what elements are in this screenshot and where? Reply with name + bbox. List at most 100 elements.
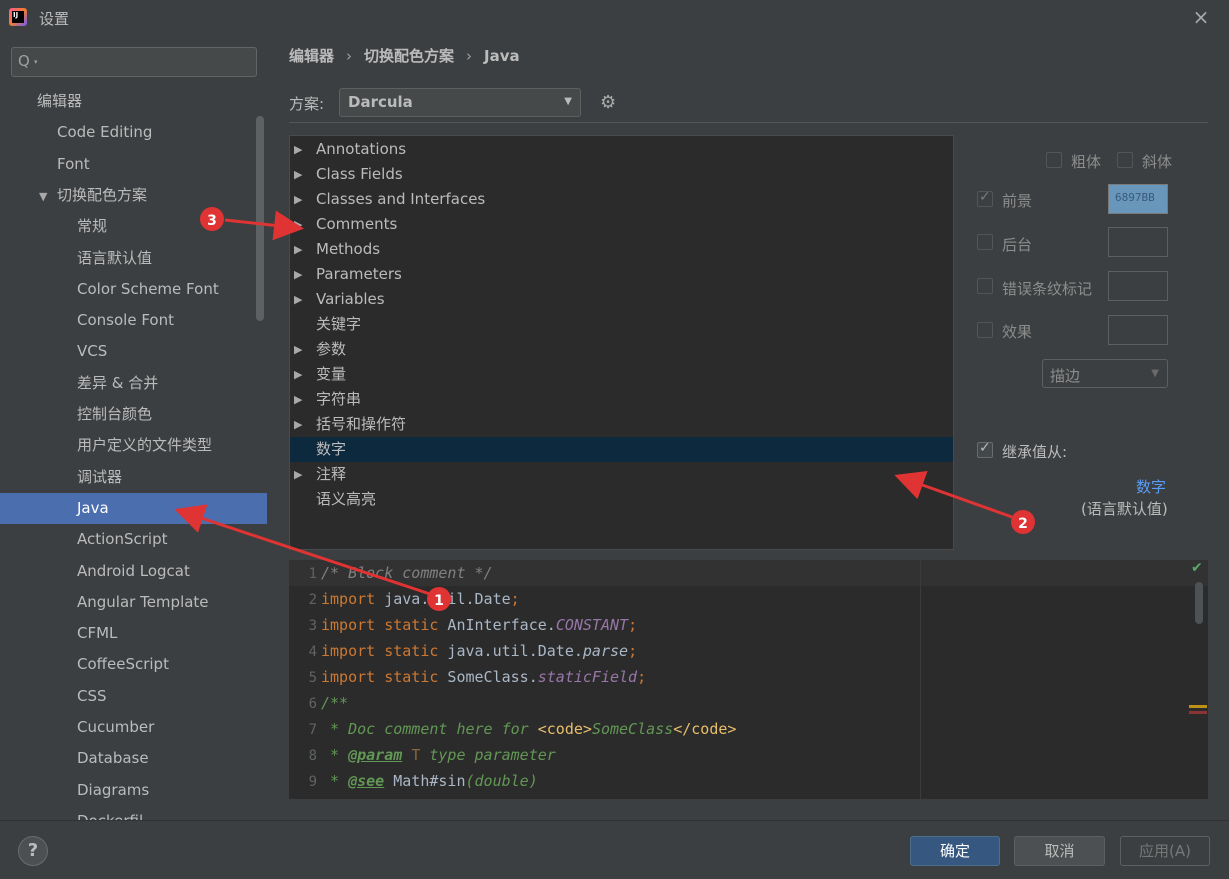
close-icon[interactable]: ×	[1190, 6, 1212, 28]
tree-item[interactable]: ▶ Annotations	[290, 137, 953, 162]
sidebar-item[interactable]: Console Font	[0, 305, 267, 336]
sidebar-item[interactable]: CSS	[0, 681, 267, 712]
title-bar: IJ 设置 ×	[0, 0, 1229, 36]
tree-item[interactable]: 语义高亮	[290, 487, 953, 512]
gear-icon[interactable]: ⚙	[600, 92, 622, 114]
sidebar-item-label: 语言默认值	[77, 248, 153, 267]
line-number: 2	[308, 592, 317, 608]
search-field[interactable]: Q ▾	[11, 47, 257, 77]
expand-arrow-icon[interactable]: ▶	[294, 212, 302, 237]
tree-item[interactable]: ▶ Class Fields	[290, 162, 953, 187]
sidebar-item-label: 常规	[77, 217, 108, 236]
foreground-checkbox[interactable]	[977, 189, 993, 207]
tree-item-label: 注释	[316, 465, 347, 483]
expand-arrow-icon[interactable]: ▶	[294, 237, 302, 262]
tree-item[interactable]: ▶ Comments	[290, 212, 953, 237]
error-stripe-color-swatch[interactable]	[1108, 271, 1168, 301]
error-stripe-checkbox[interactable]	[977, 278, 993, 294]
sidebar-item[interactable]: 调试器	[0, 462, 267, 493]
effects-checkbox[interactable]	[977, 322, 993, 338]
tree-item[interactable]: ▶ Classes and Interfaces	[290, 187, 953, 212]
background-color-swatch[interactable]	[1108, 227, 1168, 257]
expand-arrow-icon[interactable]: ▶	[294, 462, 302, 487]
error-marker[interactable]	[1189, 711, 1207, 714]
sidebar-item-label: Diagrams	[77, 780, 150, 799]
scheme-dropdown[interactable]: Darcula ▼	[339, 88, 581, 117]
sidebar-item[interactable]: 差异 & 合并	[0, 368, 267, 399]
expand-arrow-icon[interactable]: ▶	[294, 162, 302, 187]
tree-item[interactable]: ▶ 变量	[290, 362, 953, 387]
sidebar-item[interactable]: VCS	[0, 336, 267, 367]
sidebar-item[interactable]: ▼ 切换配色方案	[0, 180, 267, 211]
tree-item[interactable]: ▶ Methods	[290, 237, 953, 262]
line-number: 8	[308, 748, 317, 764]
sidebar-scrollbar[interactable]	[256, 116, 264, 321]
expand-arrow-icon[interactable]: ▶	[294, 262, 302, 287]
code-preview[interactable]: 1 2 3 4 5 6 7 8 9 /* Block comment */ import jav…	[289, 560, 1208, 799]
sidebar-item[interactable]: 语言默认值	[0, 243, 267, 274]
breadcrumb-color-scheme[interactable]: 切换配色方案	[364, 47, 454, 65]
tree-item-label: 变量	[316, 365, 347, 383]
right-margin-guide	[920, 560, 921, 799]
foreground-color-swatch[interactable]: 6897BB	[1108, 184, 1168, 214]
sidebar-item[interactable]: Java	[0, 492, 267, 524]
line-number: 6	[308, 696, 317, 712]
tree-item[interactable]: 关键字	[290, 312, 953, 337]
ok-button[interactable]: 确定	[910, 836, 1000, 866]
sidebar-item[interactable]: Database	[0, 743, 267, 774]
inherit-link[interactable]: 数字	[1136, 476, 1166, 497]
sidebar-item[interactable]: 用户定义的文件类型	[0, 430, 267, 461]
bottom-bar: ? 确定 取消 应用(A)	[0, 820, 1229, 879]
search-input[interactable]	[46, 52, 246, 72]
breadcrumb-editor[interactable]: 编辑器	[289, 47, 334, 65]
line-number: 9	[308, 774, 317, 790]
tree-item[interactable]: ▶ 参数	[290, 337, 953, 362]
effect-type-value: 描边	[1050, 367, 1081, 385]
tree-item[interactable]: ▶ Parameters	[290, 262, 953, 287]
sidebar-item[interactable]: 常规	[0, 211, 267, 242]
expand-arrow-icon[interactable]: ▶	[294, 412, 302, 437]
tree-item[interactable]: ▶ 括号和操作符	[290, 412, 953, 437]
sidebar-item[interactable]: Font	[0, 149, 267, 180]
warning-marker[interactable]	[1189, 705, 1207, 708]
sidebar-item[interactable]: Dockerfil	[0, 806, 267, 820]
help-button[interactable]: ?	[18, 836, 48, 866]
tree-item[interactable]: ▶ Variables	[290, 287, 953, 312]
tree-item-label: 数字	[316, 440, 347, 458]
code-line: /**	[321, 694, 349, 712]
chevron-down-icon[interactable]: ▾	[34, 58, 38, 66]
sidebar-item[interactable]: 编辑器	[0, 86, 267, 117]
expand-arrow-icon[interactable]: ▶	[294, 137, 302, 162]
sidebar-item[interactable]: Cucumber	[0, 712, 267, 743]
sidebar-item[interactable]: Diagrams	[0, 775, 267, 806]
sidebar-item-label: Android Logcat	[77, 561, 190, 580]
sidebar-item[interactable]: CFML	[0, 618, 267, 649]
sidebar-item[interactable]: Android Logcat	[0, 556, 267, 587]
tree-item-label: Methods	[316, 240, 381, 258]
sidebar-item[interactable]: ActionScript	[0, 524, 267, 555]
expand-arrow-icon[interactable]: ▼	[39, 181, 57, 212]
sidebar-item[interactable]: Code Editing	[0, 117, 267, 148]
inherit-checkbox[interactable]	[977, 440, 993, 458]
sidebar-item[interactable]: 控制台颜色	[0, 399, 267, 430]
tree-item[interactable]: ▶ 字符串	[290, 387, 953, 412]
effect-type-dropdown[interactable]: 描边 ▼	[1042, 359, 1168, 388]
tree-item[interactable]: 数字	[290, 437, 953, 462]
expand-arrow-icon[interactable]: ▶	[294, 187, 302, 212]
breadcrumb-java: Java	[484, 47, 520, 65]
expand-arrow-icon[interactable]: ▶	[294, 362, 302, 387]
apply-button[interactable]: 应用(A)	[1120, 836, 1210, 866]
expand-arrow-icon[interactable]: ▶	[294, 287, 302, 312]
sidebar-item[interactable]: Angular Template	[0, 587, 267, 618]
sidebar-item[interactable]: CoffeeScript	[0, 649, 267, 680]
expand-arrow-icon[interactable]: ▶	[294, 387, 302, 412]
tree-item[interactable]: ▶ 注释	[290, 462, 953, 487]
sidebar-item[interactable]: Color Scheme Font	[0, 274, 267, 305]
background-checkbox[interactable]	[977, 234, 993, 250]
expand-arrow-icon[interactable]: ▶	[294, 337, 302, 362]
code-scrollbar[interactable]	[1195, 582, 1203, 624]
italic-checkbox[interactable]	[1117, 152, 1133, 168]
cancel-button[interactable]: 取消	[1014, 836, 1105, 866]
effects-color-swatch[interactable]	[1108, 315, 1168, 345]
bold-checkbox[interactable]	[1046, 152, 1062, 168]
